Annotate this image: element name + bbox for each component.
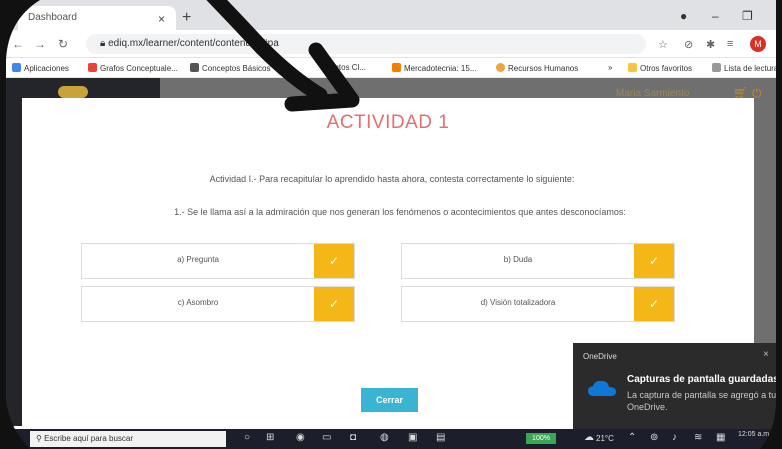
new-tab-button[interactable]: + <box>182 9 191 27</box>
site-icon <box>496 63 505 72</box>
browser-tab-strip: Dashboard × + ● – ❐ <box>0 0 782 30</box>
close-button[interactable]: Cerrar <box>361 388 418 412</box>
window-record-icon: ● <box>680 9 688 23</box>
bookmarks-bar: Aplicaciones Grafos Conceptuale... Conce… <box>0 58 782 78</box>
star-icon[interactable]: ☆ <box>658 38 668 51</box>
edge-icon[interactable]: ◉ <box>296 432 305 443</box>
taskbar-search[interactable]: ⚲ Escribe aquí para buscar <box>30 431 226 447</box>
app-icon[interactable]: ▣ <box>408 432 417 443</box>
answer-option-b[interactable]: b) Duda ✓ <box>401 243 675 279</box>
extension-icon[interactable]: ⊘ <box>684 38 693 51</box>
url-text: ediq.mx/learner/content/content/62#pa <box>108 38 279 49</box>
search-icon: ⚲ <box>36 434 45 443</box>
bookmark-conceptos[interactable]: Conceptos Básicos <box>190 63 270 73</box>
notification-app-name: OneDrive <box>583 352 617 361</box>
bookmark-apps[interactable]: Aplicaciones <box>12 63 69 73</box>
tray-chevron-icon[interactable]: ⌃ <box>628 432 636 443</box>
site-logo <box>58 86 88 98</box>
check-icon[interactable]: ✓ <box>314 287 354 321</box>
profile-avatar[interactable]: M <box>750 36 766 52</box>
answer-option-d[interactable]: d) Visión totalizadora ✓ <box>401 286 675 322</box>
notification-close-icon[interactable]: × <box>763 349 769 360</box>
lock-icon: 🔒︎ <box>100 38 109 49</box>
onedrive-cloud-icon <box>588 380 616 396</box>
weather-temperature[interactable]: 21°C <box>596 434 614 443</box>
check-icon[interactable]: ✓ <box>634 244 674 278</box>
modal-title: ACTIVIDAD 1 <box>326 112 450 133</box>
language-icon[interactable]: ≋ <box>694 432 702 443</box>
back-icon[interactable]: ← <box>12 37 24 51</box>
search-placeholder: Escribe aquí para buscar <box>44 434 134 443</box>
bookmark-ci[interactable]: entos Cl... <box>330 63 366 72</box>
activity-instructions: Actividad I.- Para recapitular lo aprend… <box>209 174 575 184</box>
task-view-icon[interactable]: ⊞ <box>266 432 274 443</box>
cortana-icon[interactable]: ○ <box>244 432 250 443</box>
notification-body: La captura de pantalla se agregó a tu On… <box>627 390 777 412</box>
blogger-icon <box>392 63 401 72</box>
question-text: 1.- Se le llama así a la admiración que … <box>174 207 626 217</box>
answer-label: a) Pregunta <box>177 255 219 264</box>
check-icon[interactable]: ✓ <box>314 244 354 278</box>
bookmark-other[interactable]: Otros favoritos <box>628 63 692 73</box>
answer-option-a[interactable]: a) Pregunta ✓ <box>81 243 355 279</box>
minimize-icon[interactable]: – <box>712 9 719 23</box>
explorer-icon[interactable]: ▭ <box>322 432 331 443</box>
reload-icon[interactable]: ↻ <box>58 37 68 51</box>
globe-icon <box>190 63 199 72</box>
bookmark-reading-list[interactable]: Lista de lectura <box>712 63 778 73</box>
more-bookmarks-chevron-icon[interactable]: » <box>608 63 612 72</box>
google-icon <box>88 63 97 72</box>
office-icon[interactable]: ▤ <box>436 432 445 443</box>
battery-indicator[interactable]: 100% <box>526 433 556 444</box>
folder-icon <box>628 63 637 72</box>
store-icon[interactable]: ◘ <box>350 432 356 443</box>
answer-label: d) Visión totalizadora <box>480 298 556 307</box>
tab-close-icon[interactable]: × <box>158 12 165 26</box>
puzzle-icon[interactable]: ✱ <box>706 38 715 51</box>
notification-icon[interactable]: ▦ <box>716 432 725 443</box>
cloud-weather-icon: ☁ <box>584 432 594 443</box>
restore-icon[interactable]: ❐ <box>742 9 753 23</box>
apps-grid-icon <box>12 63 21 72</box>
onedrive-notification[interactable]: OneDrive × Capturas de pantalla guardada… <box>573 343 782 429</box>
network-icon[interactable]: ⊚ <box>650 432 658 443</box>
url-field[interactable]: 🔒︎ ediq.mx/learner/content/content/62#pa <box>86 34 646 54</box>
bookmark-grafos[interactable]: Grafos Conceptuale... <box>88 63 178 73</box>
bookmark-mercadotecnia[interactable]: Mercadotecnia: 15... <box>392 63 476 73</box>
chrome-icon[interactable]: ◍ <box>380 432 389 443</box>
list-icon <box>712 63 721 72</box>
answer-label: b) Duda <box>503 255 533 264</box>
browser-tab[interactable]: Dashboard <box>18 6 176 30</box>
answer-label: c) Asombro <box>177 298 219 307</box>
taskbar-clock[interactable]: 12:05 a.m. <box>738 431 771 439</box>
reading-list-icon[interactable]: ≡ <box>727 38 733 50</box>
volume-icon[interactable]: ♪ <box>672 432 677 443</box>
address-bar-row: ← → ↻ 🔒︎ ediq.mx/learner/content/content… <box>0 30 782 58</box>
forward-icon[interactable]: → <box>34 37 46 51</box>
check-icon[interactable]: ✓ <box>634 287 674 321</box>
answer-option-c[interactable]: c) Asombro ✓ <box>81 286 355 322</box>
tab-title: Dashboard <box>28 12 77 23</box>
notification-title: Capturas de pantalla guardadas <box>627 374 779 385</box>
bookmark-recursos[interactable]: Recursos Humanos <box>496 63 578 73</box>
